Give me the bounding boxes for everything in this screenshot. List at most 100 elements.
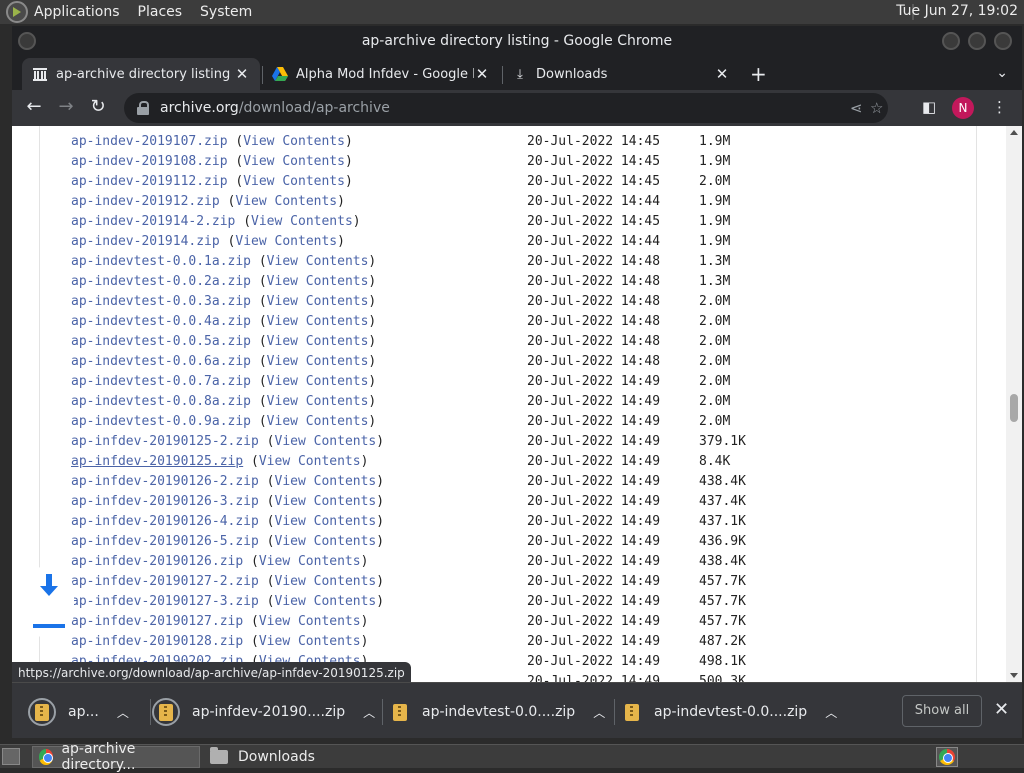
file-link[interactable]: ap-infdev-20190126-5.zip [71,534,259,549]
file-link[interactable]: ap-indev-201914.zip [71,234,220,249]
taskbar-item-chrome[interactable]: ap-archive directory... [32,741,200,773]
side-panel-icon[interactable]: ◧ [922,98,936,116]
view-contents-link[interactable]: View Contents [275,534,377,549]
file-link[interactable]: ap-indevtest-0.0.8a.zip [71,394,251,409]
file-link[interactable]: ap-indevtest-0.0.4a.zip [71,314,251,329]
system-menu[interactable]: System [200,4,252,20]
distro-logo-icon[interactable] [6,1,28,23]
view-contents-link[interactable]: View Contents [267,394,369,409]
tray-chrome-icon[interactable] [936,747,958,767]
window-titlebar[interactable]: ap-archive directory listing - Google Ch… [12,26,1022,56]
new-tab-button[interactable]: + [750,62,767,86]
close-shelf-icon[interactable]: ✕ [994,699,1009,720]
close-tab-icon[interactable]: ✕ [714,65,730,83]
maximize-button[interactable] [968,32,986,50]
file-link[interactable]: ap-infdev-20190126.zip [71,554,243,569]
file-link[interactable]: ap-indevtest-0.0.2a.zip [71,274,251,289]
chevron-up-icon[interactable]: ︿ [363,704,375,721]
download-floating-button[interactable] [22,566,74,638]
share-icon[interactable]: ⋖ [850,99,863,117]
chevron-up-icon[interactable]: ︿ [117,704,129,721]
view-contents-link[interactable]: View Contents [267,294,369,309]
view-contents-link[interactable]: View Contents [259,614,361,629]
file-link[interactable]: ap-indevtest-0.0.5a.zip [71,334,251,349]
menu-kebab-icon[interactable]: ⋮ [992,98,1007,116]
download-item[interactable]: ap-indevtest-0.0....zip ︿ [622,697,837,727]
file-link[interactable]: ap-indev-2019108.zip [71,154,228,169]
forward-button[interactable]: → [54,96,78,117]
minimize-button[interactable] [942,32,960,50]
view-contents-link[interactable]: View Contents [251,214,353,229]
file-link[interactable]: ap-infdev-20190125.zip [71,454,243,469]
close-tab-icon[interactable]: ✕ [474,65,490,83]
scroll-down-arrow-icon[interactable] [1010,673,1018,678]
chevron-up-icon[interactable]: ︿ [825,704,837,721]
download-item[interactable]: ap... ︿ [28,697,129,727]
tab-google-drive[interactable]: Alpha Mod Infdev - Google Drive ✕ [262,58,500,90]
view-contents-link[interactable]: View Contents [267,414,369,429]
file-link[interactable]: ap-indevtest-0.0.3a.zip [71,294,251,309]
view-contents-link[interactable]: View Contents [235,234,337,249]
view-contents-link[interactable]: View Contents [267,314,369,329]
view-contents-link[interactable]: View Contents [267,334,369,349]
view-contents-link[interactable]: View Contents [267,354,369,369]
profile-avatar[interactable]: N [952,97,974,119]
file-link[interactable]: ap-infdev-20190126-2.zip [71,474,259,489]
file-link[interactable]: ap-infdev-20190126-3.zip [71,494,259,509]
view-contents-link[interactable]: View Contents [259,554,361,569]
download-item[interactable]: ap-indevtest-0.0....zip ︿ [390,697,605,727]
address-bar[interactable]: archive.org/download/ap-archive ⋖ ☆ [124,93,888,123]
vertical-scrollbar[interactable] [1006,126,1022,682]
file-link[interactable]: ap-infdev-20190125-2.zip [71,434,259,449]
taskbar-item-downloads[interactable]: Downloads [204,746,374,768]
file-link[interactable]: ap-indev-201914-2.zip [71,214,235,229]
close-tab-icon[interactable]: ✕ [234,65,250,83]
lock-icon[interactable] [136,101,150,115]
scrollbar-thumb[interactable] [1010,394,1018,422]
view-contents-link[interactable]: View Contents [243,174,345,189]
view-contents-link[interactable]: View Contents [275,514,377,529]
view-contents-link[interactable]: View Contents [267,274,369,289]
file-link[interactable]: ap-infdev-20190127-2.zip [71,574,259,589]
view-contents-link[interactable]: View Contents [259,634,361,649]
view-contents-link[interactable]: View Contents [235,194,337,209]
view-contents-link[interactable]: View Contents [267,374,369,389]
file-link[interactable]: ap-indev-201912.zip [71,194,220,209]
show-desktop-button[interactable] [2,748,20,765]
view-contents-link[interactable]: View Contents [243,154,345,169]
view-contents-link[interactable]: View Contents [275,574,377,589]
view-contents-link[interactable]: View Contents [275,434,377,449]
window-close-button[interactable] [994,32,1012,50]
view-contents-link[interactable]: View Contents [259,454,361,469]
file-link[interactable]: ap-indev-2019112.zip [71,174,228,189]
scroll-up-arrow-icon[interactable] [1010,130,1018,135]
file-link[interactable]: ap-infdev-20190126-4.zip [71,514,259,529]
file-link[interactable]: ap-infdev-20190127-3.zip [71,594,259,609]
bookmark-star-icon[interactable]: ☆ [870,99,883,117]
tab-ap-archive[interactable]: ap-archive directory listing ✕ [22,58,260,90]
view-contents-link[interactable]: View Contents [243,134,345,149]
file-link[interactable]: ap-indevtest-0.0.9a.zip [71,414,251,429]
show-all-button[interactable]: Show all [902,695,982,727]
applications-menu[interactable]: Applications [34,4,120,20]
tab-downloads[interactable]: ⤓ Downloads ✕ [502,58,740,90]
view-contents-link[interactable]: View Contents [275,594,377,609]
reload-button[interactable]: ↻ [86,96,110,117]
download-item[interactable]: ap-infdev-20190....zip ︿ [152,697,375,727]
tab-search-chevron-icon[interactable]: ⌄ [996,65,1008,81]
file-link[interactable]: ap-indev-2019107.zip [71,134,228,149]
listing-row: ap-infdev-20190126-4.zip (View Contents)… [71,512,746,532]
clock[interactable]: Tue Jun 27, 19:02 [896,3,1018,19]
file-link[interactable]: ap-infdev-20190127.zip [71,614,243,629]
view-contents-link[interactable]: View Contents [275,474,377,489]
file-link[interactable]: ap-indevtest-0.0.6a.zip [71,354,251,369]
window-menu-button[interactable] [18,32,36,50]
file-link[interactable]: ap-indevtest-0.0.1a.zip [71,254,251,269]
back-button[interactable]: ← [22,96,46,117]
file-link[interactable]: ap-indevtest-0.0.7a.zip [71,374,251,389]
view-contents-link[interactable]: View Contents [267,254,369,269]
chevron-up-icon[interactable]: ︿ [593,704,605,721]
view-contents-link[interactable]: View Contents [275,494,377,509]
places-menu[interactable]: Places [138,4,183,20]
file-link[interactable]: ap-infdev-20190128.zip [71,634,243,649]
